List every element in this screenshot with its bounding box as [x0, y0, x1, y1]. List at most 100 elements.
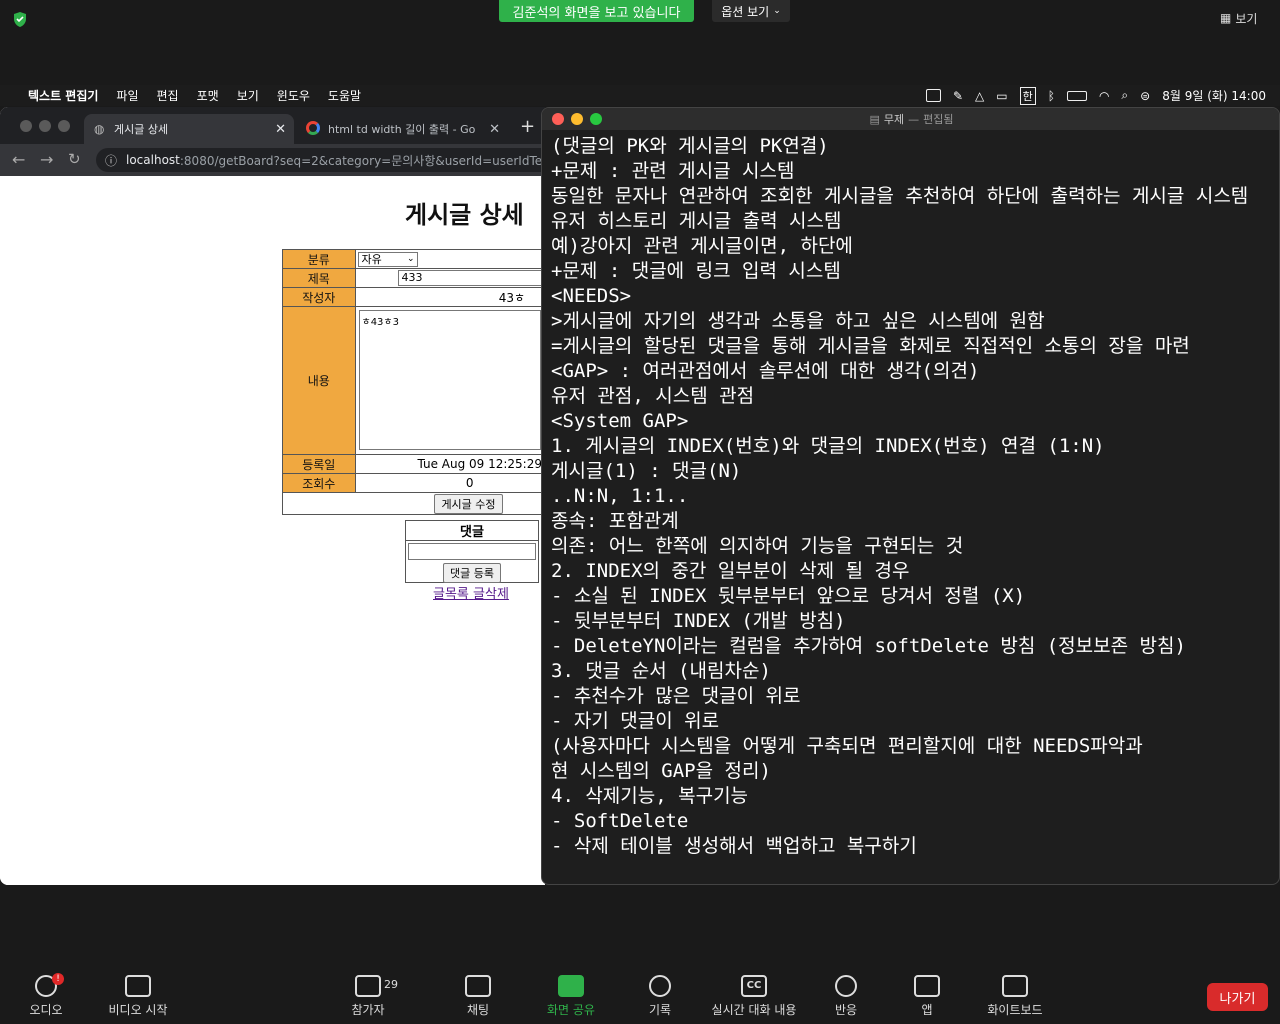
board-links: 글목록 글삭제	[433, 583, 509, 602]
editor-line: >게시글에 자기의 생각과 소통을 하고 싶은 시스템에 원함	[551, 310, 1045, 332]
tab-title: 게시글 상세	[114, 123, 169, 136]
screen-share-icon[interactable]: ▭	[996, 89, 1007, 103]
editor-line: - 추천수가 많은 댓글이 위로	[551, 685, 801, 707]
editor-line: 4. 삭제기능, 복구기능	[551, 785, 749, 807]
editor-titlebar: ▤ 무제 — 편집됨	[542, 108, 1279, 130]
control-center-icon[interactable]	[925, 89, 941, 102]
editor-line: 종속: 포함관계	[551, 510, 679, 532]
toolbar-label: 실시간 대화 내용	[711, 1003, 797, 1017]
category-value: 자유	[361, 252, 382, 266]
tab-board-detail[interactable]: ◍ 게시글 상세 ✕	[84, 114, 294, 144]
zoom-window-icon[interactable]	[590, 113, 602, 125]
views-label: 조회수	[282, 473, 356, 493]
wifi-icon[interactable]: ◠	[1099, 89, 1109, 103]
toolbar-button-1[interactable]: 비디오 시작	[88, 975, 188, 1018]
toolbar-button-8[interactable]: 앱	[877, 975, 977, 1018]
text-editor-window: ▤ 무제 — 편집됨 (댓글의 PK와 게시글의 PK연결) +문제 : 관련 게…	[541, 107, 1280, 885]
grid-view-icon: ▦	[1220, 11, 1232, 25]
toolbar-button-5[interactable]: 기록	[610, 975, 710, 1018]
editor-line: +문제 : 관련 게시글 시스템	[551, 160, 795, 182]
back-icon[interactable]: ←	[12, 150, 25, 169]
edit-post-button[interactable]: 게시글 수정	[434, 493, 503, 514]
cc-badge: CC	[746, 980, 762, 991]
toolbar-button-9[interactable]: 화이트보드	[965, 975, 1065, 1018]
editor-text-area[interactable]: (댓글의 PK와 게시글의 PK연결) +문제 : 관련 게시글 시스템 동일한 문…	[551, 134, 1279, 859]
reply-submit-button[interactable]: 댓글 등록	[443, 563, 501, 583]
globe-icon: ◍	[94, 122, 105, 136]
drive-icon[interactable]: △	[975, 89, 984, 103]
close-tab-icon[interactable]: ✕	[275, 122, 286, 137]
toolbar-label: 화이트보드	[987, 1003, 1043, 1017]
search-icon[interactable]: ⌕	[1121, 88, 1128, 103]
chat-icon	[465, 975, 491, 997]
view-options-label: 옵션 보기	[721, 4, 770, 19]
menu-file[interactable]: 파일	[116, 87, 138, 104]
new-tab-icon[interactable]: +	[520, 116, 535, 137]
editor-line: <System GAP>	[551, 410, 689, 432]
toggle-icon[interactable]: ⊜	[1140, 89, 1150, 103]
pen-icon[interactable]: ✎	[953, 89, 963, 103]
reply-input[interactable]	[408, 543, 536, 560]
bluetooth-icon[interactable]: ᛒ	[1048, 89, 1055, 103]
zoom-window-icon[interactable]	[58, 120, 70, 132]
toolbar-button-4[interactable]: 화면 공유	[521, 975, 621, 1018]
menu-format[interactable]: 포맷	[197, 87, 219, 104]
chevron-down-icon: ⌄	[773, 6, 781, 16]
toolbar-button-0[interactable]: 오디오!	[0, 973, 96, 1018]
menu-help[interactable]: 도움말	[328, 87, 361, 104]
content-textarea[interactable]: ㅎ43ㅎ3	[358, 310, 541, 450]
toolbar-label: 화면 공유	[547, 1003, 595, 1017]
toolbar-label: 참가자	[351, 1003, 385, 1017]
web-page: 게시글 상세 분류 자유 ⌄ 제목 433 작성자 43ㅎ 내용 ㅎ43ㅎ3 등록…	[0, 176, 545, 885]
tab-google-search[interactable]: html td width 길이 출력 - Google ✕	[298, 114, 508, 144]
menu-edit[interactable]: 편집	[157, 87, 179, 104]
delete-link[interactable]: 글삭제	[473, 587, 509, 602]
editor-line: <NEEDS>	[551, 285, 632, 307]
close-tab-icon[interactable]: ✕	[489, 122, 500, 137]
menu-view[interactable]: 보기	[237, 87, 259, 104]
content-value: ㅎ43ㅎ3	[361, 317, 400, 328]
category-label: 분류	[282, 249, 356, 269]
editor-line: (사용자마다 시스템을 어떻게 구축되면 편리할지에 대한 NEEDS파악과	[551, 735, 1143, 757]
address-bar[interactable]: ⓘ localhost:8080/getBoard?seq=2&category…	[96, 148, 545, 172]
list-link[interactable]: 글목록	[433, 587, 469, 602]
toolbar-label: 채팅	[466, 1003, 490, 1017]
editor-line: (댓글의 PK와 게시글의 PK연결)	[551, 135, 829, 157]
reply-header: 댓글	[406, 521, 538, 541]
editor-line: 유저 히스토리 게시글 출력 시스템	[551, 210, 842, 232]
reload-icon[interactable]: ↻	[68, 150, 81, 168]
menu-window[interactable]: 윈도우	[277, 87, 310, 104]
battery-icon[interactable]	[1066, 90, 1087, 101]
toolbar-button-3[interactable]: 채팅	[428, 975, 528, 1018]
date-value: Tue Aug 09 12:25:29	[354, 454, 545, 474]
writer-label: 작성자	[282, 287, 356, 307]
url-path: :8080/getBoard?seq=2&category=문의사항&userI…	[179, 153, 545, 168]
chrome-tab-strip: ◍ 게시글 상세 ✕ html td width 길이 출력 - Google …	[0, 107, 545, 144]
editor-line: - 삭제 테이블 생성해서 백업하고 복구하기	[551, 835, 917, 857]
minimize-window-icon[interactable]	[571, 113, 583, 125]
info-icon[interactable]: ⓘ	[105, 152, 117, 169]
editor-line: 1. 게시글의 INDEX(번호)와 댓글의 INDEX(번호) 연결 (1:N…	[551, 435, 1105, 457]
toolbar-button-2[interactable]: 참가자 29	[318, 975, 418, 1018]
chrome-toolbar: ← → ↻ ⓘ localhost:8080/getBoard?seq=2&ca…	[0, 144, 545, 176]
chevron-down-icon: ⌄	[406, 253, 415, 264]
category-select[interactable]: 자유 ⌄	[357, 251, 418, 267]
view-options-button[interactable]: 옵션 보기 ⌄	[712, 0, 790, 22]
whiteboard-icon	[1002, 975, 1028, 997]
view-button[interactable]: ▦ 보기	[1220, 8, 1272, 28]
input-source-icon[interactable]: 한	[1019, 86, 1036, 105]
subject-input[interactable]: 433	[397, 270, 545, 286]
forward-icon[interactable]: →	[40, 150, 53, 169]
close-window-icon[interactable]	[552, 113, 564, 125]
menu-app-name[interactable]: 텍스트 편집기	[28, 87, 98, 104]
minimize-window-icon[interactable]	[39, 120, 51, 132]
toolbar-button-6[interactable]: CC 실시간 대화 내용	[704, 975, 804, 1018]
editor-line: - 소실 된 INDEX 뒷부분부터 앞으로 당겨서 정렬 (X)	[551, 585, 1026, 607]
document-icon: ▤	[869, 112, 880, 126]
menubar-clock[interactable]: 8월 9일 (화) 14:00	[1162, 87, 1266, 104]
editor-line: <GAP> : 여러관점에서 솔루션에 대한 생각(의견)	[551, 360, 980, 382]
tab-title: html td width 길이 출력 - Google	[328, 123, 476, 136]
leave-button[interactable]: 나가기	[1207, 983, 1268, 1011]
close-window-icon[interactable]	[20, 120, 32, 132]
video-off-icon	[125, 975, 151, 997]
